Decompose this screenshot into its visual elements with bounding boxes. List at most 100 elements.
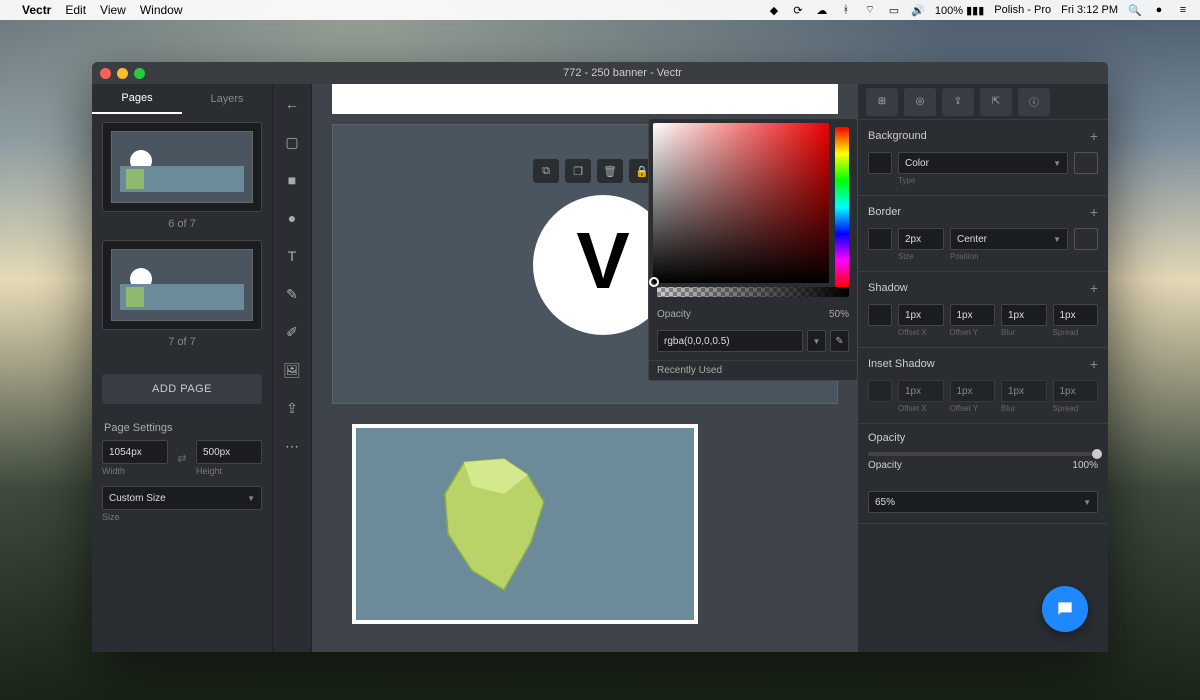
display-icon[interactable]: ▭	[887, 3, 901, 17]
page-thumbnail[interactable]	[102, 240, 262, 330]
page-counter: 7 of 7	[102, 336, 262, 348]
background-swatch[interactable]	[868, 152, 892, 174]
shadow-swatch[interactable]	[868, 304, 892, 326]
tab-pages[interactable]: Pages	[92, 84, 182, 114]
bluetooth-icon[interactable]: ᚼ	[839, 3, 853, 17]
rect-tool[interactable]: ■	[280, 168, 304, 192]
color-cursor[interactable]	[649, 277, 659, 287]
inset-shadow-title: Inset Shadow	[868, 358, 935, 370]
app-menu[interactable]: Vectr	[22, 3, 51, 17]
text-tool[interactable]: T	[280, 244, 304, 268]
page-settings-title: Page Settings	[92, 412, 272, 440]
volume-icon[interactable]: 🔊	[911, 3, 925, 17]
inset-blur-input[interactable]: 1px	[1001, 380, 1047, 402]
shadow-section: Shadow+ 1pxOffset X 1pxOffset Y 1pxBlur …	[858, 272, 1108, 348]
opacity-sub-select[interactable]: 65%▼	[868, 491, 1098, 513]
maximize-button[interactable]	[134, 68, 145, 79]
pen-tool[interactable]: ✎	[280, 282, 304, 306]
width-label: Width	[102, 466, 168, 476]
copy-icon[interactable]: ⧉	[533, 159, 559, 183]
share-icon[interactable]: ⇱	[980, 88, 1012, 116]
window-title: 772 - 250 banner - Vectr	[563, 67, 682, 79]
grid-icon[interactable]: ⊞	[866, 88, 898, 116]
color-picker: Opacity 50% ▼ ✎ Recently Used	[648, 118, 858, 381]
export-icon[interactable]: ⇪	[942, 88, 974, 116]
macos-menubar: Vectr Edit View Window ◆ ⟳ ☁ ᚼ ⌔ ▭ 🔊 100…	[0, 0, 1200, 20]
width-input[interactable]	[102, 440, 168, 464]
chat-button[interactable]	[1042, 586, 1088, 632]
inset-offsetx-input[interactable]: 1px	[898, 380, 944, 402]
pencil-tool[interactable]: ✐	[280, 320, 304, 344]
menu-view[interactable]: View	[100, 3, 126, 17]
background-visibility-toggle[interactable]	[1074, 152, 1098, 174]
border-swatch[interactable]	[868, 228, 892, 250]
window-titlebar[interactable]: 772 - 250 banner - Vectr	[92, 62, 1108, 84]
tab-layers[interactable]: Layers	[182, 84, 272, 114]
snap-icon[interactable]: ◎	[904, 88, 936, 116]
sync-icon[interactable]: ⟳	[791, 3, 805, 17]
background-type-select[interactable]: Color▼	[898, 152, 1068, 174]
trash-icon[interactable]: 🗑	[597, 159, 623, 183]
shadow-offsety-input[interactable]: 1px	[950, 304, 996, 326]
border-visibility-toggle[interactable]	[1074, 228, 1098, 250]
wifi-icon[interactable]: ⌔	[863, 3, 877, 17]
height-input[interactable]	[196, 440, 262, 464]
page-thumbnail[interactable]	[102, 122, 262, 212]
inset-spread-input[interactable]: 1px	[1053, 380, 1099, 402]
shadow-blur-input[interactable]: 1px	[1001, 304, 1047, 326]
opacity-value: 100%	[1072, 460, 1098, 471]
upload-icon[interactable]: ⇪	[280, 396, 304, 420]
shadow-title: Shadow	[868, 282, 908, 294]
shadow-offsetx-input[interactable]: 1px	[898, 304, 944, 326]
keyboard-layout[interactable]: Polish - Pro	[994, 4, 1051, 16]
image-tool[interactable]: 🖼	[280, 358, 304, 382]
cloud-icon[interactable]: ☁	[815, 3, 829, 17]
inset-shadow-swatch[interactable]	[868, 380, 892, 402]
color-format-toggle[interactable]: ▼	[807, 330, 826, 352]
vectr-window: 772 - 250 banner - Vectr Pages Layers 6 …	[92, 62, 1108, 652]
add-border-button[interactable]: +	[1090, 204, 1098, 220]
back-icon[interactable]: ←	[280, 92, 304, 116]
more-icon[interactable]: ⋯	[280, 434, 304, 458]
spotlight-icon[interactable]: 🔍	[1128, 3, 1142, 17]
color-value-input[interactable]	[657, 330, 803, 352]
alpha-slider[interactable]	[657, 287, 849, 297]
left-panel: Pages Layers 6 of 7 7 of 7 ADD PAGE Page…	[92, 84, 272, 652]
hue-slider[interactable]	[835, 127, 849, 287]
border-size-input[interactable]: 2px	[898, 228, 944, 250]
chat-icon	[1055, 599, 1075, 619]
color-field[interactable]	[653, 123, 829, 283]
link-dimensions-icon[interactable]: ⇄	[174, 440, 190, 476]
eyedropper-icon[interactable]: ✎	[830, 330, 849, 352]
add-page-button[interactable]: ADD PAGE	[102, 374, 262, 404]
iceberg-shape[interactable]	[416, 446, 576, 606]
dropbox-icon[interactable]: ◆	[767, 3, 781, 17]
user-icon[interactable]: ●	[1152, 3, 1166, 17]
border-position-select[interactable]: Center▼	[950, 228, 1068, 250]
artboard-secondary[interactable]	[352, 424, 698, 624]
background-type-label: Type	[898, 176, 1068, 185]
inset-offsety-input[interactable]: 1px	[950, 380, 996, 402]
add-background-button[interactable]: +	[1090, 128, 1098, 144]
background-title: Background	[868, 130, 927, 142]
add-shadow-button[interactable]: +	[1090, 280, 1098, 296]
duplicate-icon[interactable]: ❐	[565, 159, 591, 183]
info-icon[interactable]: ⓘ	[1018, 88, 1050, 116]
border-title: Border	[868, 206, 901, 218]
shadow-spread-input[interactable]: 1px	[1053, 304, 1099, 326]
add-inset-shadow-button[interactable]: +	[1090, 356, 1098, 372]
ellipse-tool[interactable]: ●	[280, 206, 304, 230]
menu-window[interactable]: Window	[140, 3, 183, 17]
rounded-rect-tool[interactable]: ▢	[280, 130, 304, 154]
minimize-button[interactable]	[117, 68, 128, 79]
clock[interactable]: Fri 3:12 PM	[1061, 4, 1118, 16]
opacity-slider[interactable]	[868, 452, 1098, 456]
canvas[interactable]: ⧉ ❐ 🗑 🔒 V Opacity	[312, 84, 858, 652]
menu-extras-icon[interactable]: ≡	[1176, 3, 1190, 17]
close-button[interactable]	[100, 68, 111, 79]
size-preset-select[interactable]: Custom Size▼	[102, 486, 262, 510]
menu-edit[interactable]: Edit	[65, 3, 86, 17]
battery-status[interactable]: 100% ▮▮▮	[935, 4, 984, 17]
height-label: Height	[196, 466, 262, 476]
opacity-label: Opacity	[868, 460, 902, 471]
